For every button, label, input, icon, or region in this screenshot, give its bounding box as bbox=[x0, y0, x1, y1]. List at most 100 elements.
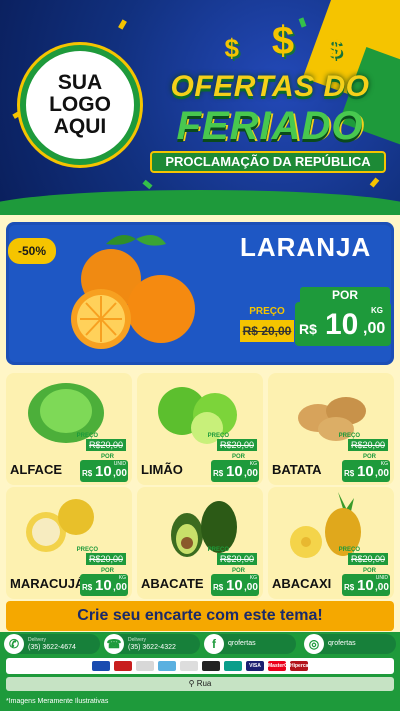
product-card[interactable]: MARACUJÁ PREÇO R$20,00 POR R$ 10,00 KG bbox=[6, 487, 132, 599]
dollar-icon: $ bbox=[327, 33, 342, 63]
product-name: MARACUJÁ bbox=[10, 576, 85, 591]
facebook-icon: f bbox=[204, 634, 224, 654]
price-cents: ,00 bbox=[363, 320, 386, 337]
price-integer: 10 bbox=[95, 577, 112, 594]
product-name: ABACAXI bbox=[272, 576, 332, 591]
logo-text: AQUI bbox=[53, 115, 107, 138]
logo-text: SUA bbox=[57, 71, 103, 94]
price-cents: ,00 bbox=[113, 468, 127, 479]
old-price: R$ 20,00 bbox=[240, 320, 294, 342]
price-unit: KG bbox=[249, 461, 257, 467]
flyer-page: SUA LOGO AQUI $ $ $ OFERTAS DO FERIADO P… bbox=[0, 0, 400, 711]
promo-title-line1: OFERTAS DO bbox=[170, 70, 370, 103]
confetti bbox=[369, 177, 380, 188]
new-price-label: POR bbox=[300, 287, 390, 303]
product-card[interactable]: LIMÃO PREÇO R$20,00 POR R$ 10,00 KG bbox=[137, 373, 263, 485]
mastercard-icon: MasterCard bbox=[268, 661, 296, 671]
address-bar: ⚲ Rua bbox=[6, 677, 394, 691]
orange-image bbox=[71, 235, 195, 349]
price-unit: KG bbox=[249, 575, 257, 581]
featured-price-tag: R$ 10 ,00 KG bbox=[295, 302, 391, 346]
product-name: BATATA bbox=[272, 462, 322, 477]
contact-value: (35) 3622-4674 bbox=[28, 644, 76, 651]
currency: R$ bbox=[213, 469, 224, 478]
price-unit: KG bbox=[380, 461, 388, 467]
contact-facebook[interactable]: f qrofertas bbox=[204, 634, 296, 654]
price-integer: 10 bbox=[357, 577, 374, 594]
visa-icon: VISA bbox=[246, 661, 264, 671]
discount-badge: -50% bbox=[8, 238, 56, 264]
price-unit: UNID bbox=[375, 575, 388, 581]
promo-title-line2: FERIADO bbox=[176, 104, 364, 148]
price-cents: ,00 bbox=[375, 468, 389, 479]
price-integer: 10 bbox=[325, 308, 359, 341]
featured-product-name: LARANJA bbox=[240, 232, 372, 262]
old-price: R$20,00 bbox=[217, 439, 257, 451]
price-tag: R$ 10,00 UNID bbox=[342, 574, 390, 596]
price-tag: R$ 10,00 KG bbox=[342, 460, 390, 482]
card-icon bbox=[114, 661, 132, 671]
old-price: R$20,00 bbox=[217, 553, 257, 565]
product-card[interactable]: ABACAXI PREÇO R$20,00 POR R$ 10,00 UNID bbox=[268, 487, 394, 599]
contact-value: qrofertas bbox=[328, 640, 356, 647]
promo-subtitle: PROCLAMAÇÃO DA REPÚBLICA bbox=[150, 151, 386, 173]
currency: R$ bbox=[299, 321, 317, 337]
old-price: R$20,00 bbox=[86, 439, 126, 451]
dollar-signs: $ $ $ bbox=[208, 14, 358, 64]
price-cents: ,00 bbox=[375, 582, 389, 593]
card-icon bbox=[92, 661, 110, 671]
dollar-icon: $ bbox=[224, 33, 239, 63]
currency: R$ bbox=[82, 583, 93, 592]
price-integer: 10 bbox=[226, 577, 243, 594]
price-tag: R$ 10,00 KG bbox=[80, 574, 128, 596]
price-integer: 10 bbox=[357, 463, 374, 480]
contact-instagram[interactable]: ◎ qrofertas bbox=[304, 634, 396, 654]
contact-value: qrofertas bbox=[228, 640, 256, 647]
card-icon bbox=[136, 661, 154, 671]
confetti bbox=[142, 179, 153, 190]
price-cents: ,00 bbox=[113, 582, 127, 593]
green-wave bbox=[0, 190, 400, 215]
payment-methods: VISA MasterCard Hipercard bbox=[6, 658, 394, 674]
price-tag: R$ 10,00 KG bbox=[211, 460, 259, 482]
price-unit: UNID bbox=[113, 461, 126, 467]
price-integer: 10 bbox=[95, 463, 112, 480]
price-unit: KG bbox=[118, 575, 126, 581]
confetti bbox=[118, 19, 127, 30]
contact-whatsapp[interactable]: ✆ Delivery (35) 3622-4674 bbox=[4, 634, 100, 654]
card-icon bbox=[158, 661, 176, 671]
logo-placeholder: SUA LOGO AQUI bbox=[20, 45, 140, 165]
product-name: LIMÃO bbox=[141, 462, 183, 477]
product-card[interactable]: BATATA PREÇO R$20,00 POR R$ 10,00 KG bbox=[268, 373, 394, 485]
product-name: ALFACE bbox=[10, 462, 62, 477]
price-integer: 10 bbox=[226, 463, 243, 480]
contact-phone[interactable]: ☎ Delivery (35) 3622-4322 bbox=[104, 634, 200, 654]
address-text: Rua bbox=[196, 679, 212, 688]
currency: R$ bbox=[82, 469, 93, 478]
old-price-label: PREÇO bbox=[249, 306, 285, 317]
price-tag: R$ 10,00 UNID bbox=[80, 460, 128, 482]
logo-text: LOGO bbox=[49, 93, 111, 116]
currency: R$ bbox=[344, 583, 355, 592]
product-card[interactable]: ABACATE PREÇO R$20,00 POR R$ 10,00 KG bbox=[137, 487, 263, 599]
product-card[interactable]: ALFACE PREÇO R$20,00 POR R$ 10,00 UNID bbox=[6, 373, 132, 485]
price-cents: ,00 bbox=[244, 582, 258, 593]
currency: R$ bbox=[344, 469, 355, 478]
price-tag: R$ 10,00 KG bbox=[211, 574, 259, 596]
whatsapp-icon: ✆ bbox=[4, 634, 24, 654]
old-price: R$20,00 bbox=[348, 553, 388, 565]
cta-banner[interactable]: Crie seu encarte com este tema! bbox=[6, 601, 394, 631]
price-unit: KG bbox=[371, 306, 383, 315]
old-price: R$20,00 bbox=[348, 439, 388, 451]
elo-icon bbox=[202, 661, 220, 671]
location-pin-icon: ⚲ bbox=[188, 679, 197, 688]
instagram-icon: ◎ bbox=[304, 634, 324, 654]
dollar-icon: $ bbox=[271, 19, 295, 63]
product-name: ABACATE bbox=[141, 576, 204, 591]
contact-value: (35) 3622-4322 bbox=[128, 644, 176, 651]
pix-icon bbox=[224, 661, 242, 671]
price-cents: ,00 bbox=[244, 468, 258, 479]
phone-icon: ☎ bbox=[104, 634, 124, 654]
old-price: R$20,00 bbox=[86, 553, 126, 565]
disclaimer: *Imagens Meramente Ilustrativas bbox=[6, 698, 109, 705]
